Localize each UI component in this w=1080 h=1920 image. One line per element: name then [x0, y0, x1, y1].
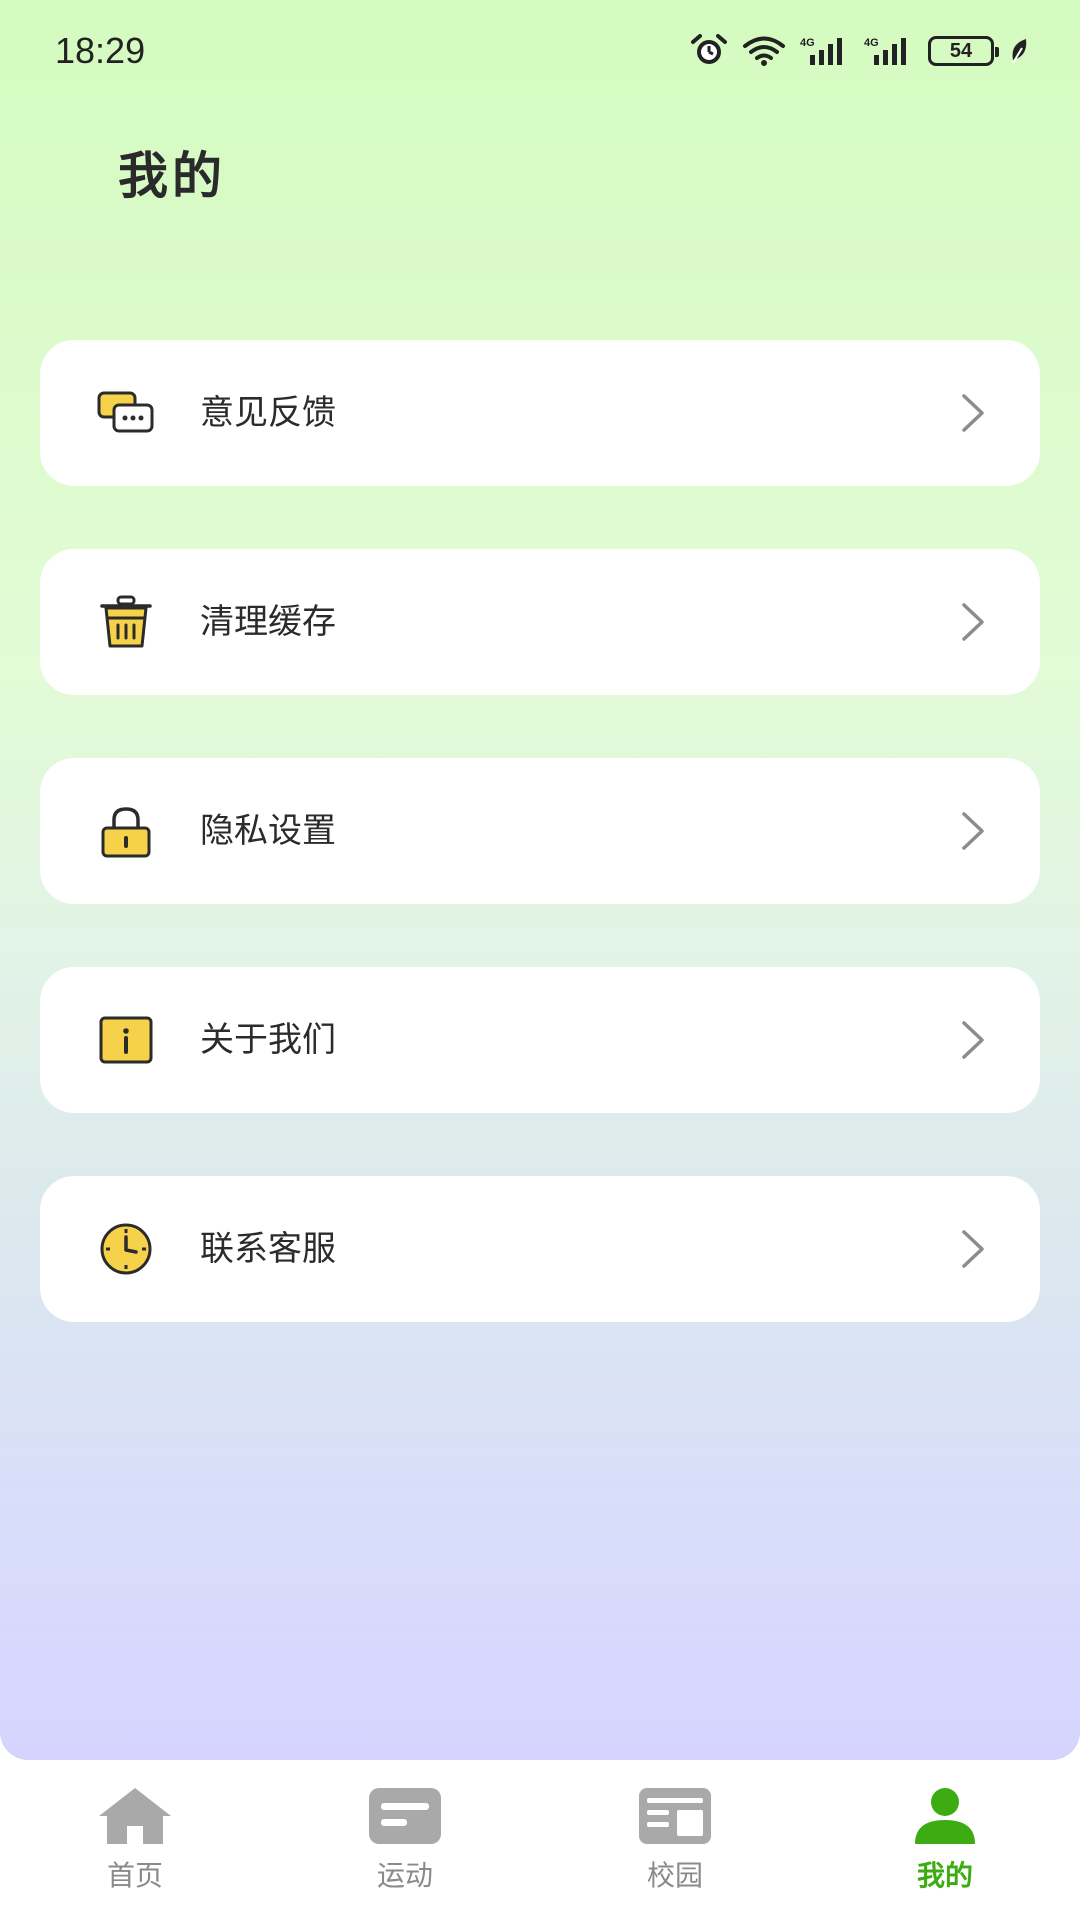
clock-icon — [100, 1223, 152, 1275]
chevron-right-icon — [962, 1230, 984, 1268]
alarm-icon — [691, 34, 727, 64]
tab-label: 校园 — [646, 1859, 703, 1892]
menu-item-label: 关于我们 — [200, 1020, 336, 1060]
feedback-chat-icon — [97, 391, 154, 433]
signal-4g-icon: 4G — [864, 37, 906, 65]
info-icon — [99, 1016, 153, 1064]
content-area: 18:29 4G 4G 54 我的 意见反馈 清理缓存 隐私设置 关于我们 联系… — [0, 0, 1080, 1760]
lock-icon — [101, 807, 151, 858]
battery-indicator: 54 — [928, 36, 999, 66]
tab-label: 运动 — [376, 1859, 433, 1892]
status-time: 18:29 — [55, 30, 146, 71]
tab-home[interactable]: 首页 — [55, 1786, 215, 1906]
settings-menu: 意见反馈 清理缓存 隐私设置 关于我们 联系客服 — [40, 340, 1040, 1385]
chevron-right-icon — [962, 394, 984, 432]
menu-item-label: 联系客服 — [200, 1229, 336, 1269]
page-title: 我的 — [118, 147, 226, 205]
screen: 18:29 4G 4G 54 我的 意见反馈 清理缓存 隐私设置 关于我们 联系… — [0, 0, 1080, 1920]
status-icons: 4G 4G 54 — [690, 34, 1030, 68]
tab-label: 我的 — [916, 1859, 973, 1892]
chevron-right-icon — [962, 1021, 984, 1059]
menu-item-feedback[interactable]: 意见反馈 — [40, 340, 1040, 486]
signal-4g-icon: 4G — [800, 37, 842, 65]
menu-item-privacy-settings[interactable]: 隐私设置 — [40, 758, 1040, 904]
tab-campus[interactable]: 校园 — [595, 1786, 755, 1906]
menu-item-about-us[interactable]: 关于我们 — [40, 967, 1040, 1113]
menu-item-contact-support[interactable]: 联系客服 — [40, 1176, 1040, 1322]
menu-item-label: 意见反馈 — [200, 393, 336, 433]
leaf-icon — [1012, 39, 1027, 64]
campus-icon — [639, 1788, 711, 1844]
svg-text:4G: 4G — [800, 37, 815, 49]
trash-bin-icon — [100, 595, 152, 648]
tab-mine[interactable]: 我的 — [865, 1786, 1025, 1906]
tab-sport[interactable]: 运动 — [325, 1786, 485, 1906]
chevron-right-icon — [962, 603, 984, 641]
sport-icon — [369, 1788, 441, 1844]
status-bar: 18:29 4G 4G 54 — [0, 0, 1080, 100]
wifi-icon — [743, 36, 785, 66]
chevron-right-icon — [962, 812, 984, 850]
bottom-tab-bar: 首页 运动 校园 我的 — [0, 1760, 1080, 1920]
home-icon — [99, 1788, 171, 1844]
tab-label: 首页 — [106, 1859, 163, 1892]
menu-item-label: 隐私设置 — [200, 811, 336, 851]
menu-item-clear-cache[interactable]: 清理缓存 — [40, 549, 1040, 695]
person-icon — [915, 1788, 975, 1844]
svg-text:4G: 4G — [864, 37, 879, 49]
menu-item-label: 清理缓存 — [200, 602, 336, 642]
